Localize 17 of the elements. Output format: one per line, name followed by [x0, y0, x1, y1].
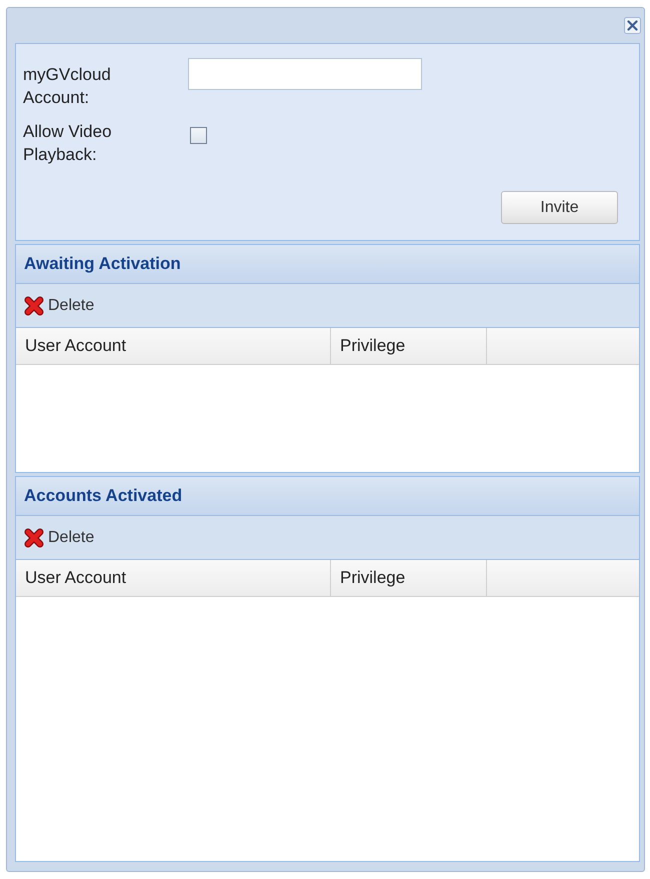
account-input-field[interactable]: [188, 58, 422, 90]
checkbox[interactable]: [190, 127, 207, 144]
delete-button[interactable]: Delete: [24, 526, 94, 550]
field-label: myGVcloud Account:: [23, 64, 112, 109]
delete-icon: [24, 296, 44, 316]
column-header[interactable]: User Account: [16, 560, 331, 596]
field-label: Allow Video Playback:: [23, 121, 113, 166]
column-header[interactable]: User Account: [16, 328, 331, 364]
panel-header: Awaiting Activation: [16, 245, 639, 284]
column-header[interactable]: Privilege: [331, 328, 487, 364]
close-icon: [624, 17, 641, 34]
column-header[interactable]: Privilege: [331, 560, 487, 596]
close-button[interactable]: [624, 17, 641, 34]
invite-button[interactable]: Invite: [501, 191, 618, 224]
delete-icon: [24, 528, 44, 548]
panel-header: Accounts Activated: [16, 477, 639, 516]
delete-button[interactable]: Delete: [24, 294, 94, 318]
